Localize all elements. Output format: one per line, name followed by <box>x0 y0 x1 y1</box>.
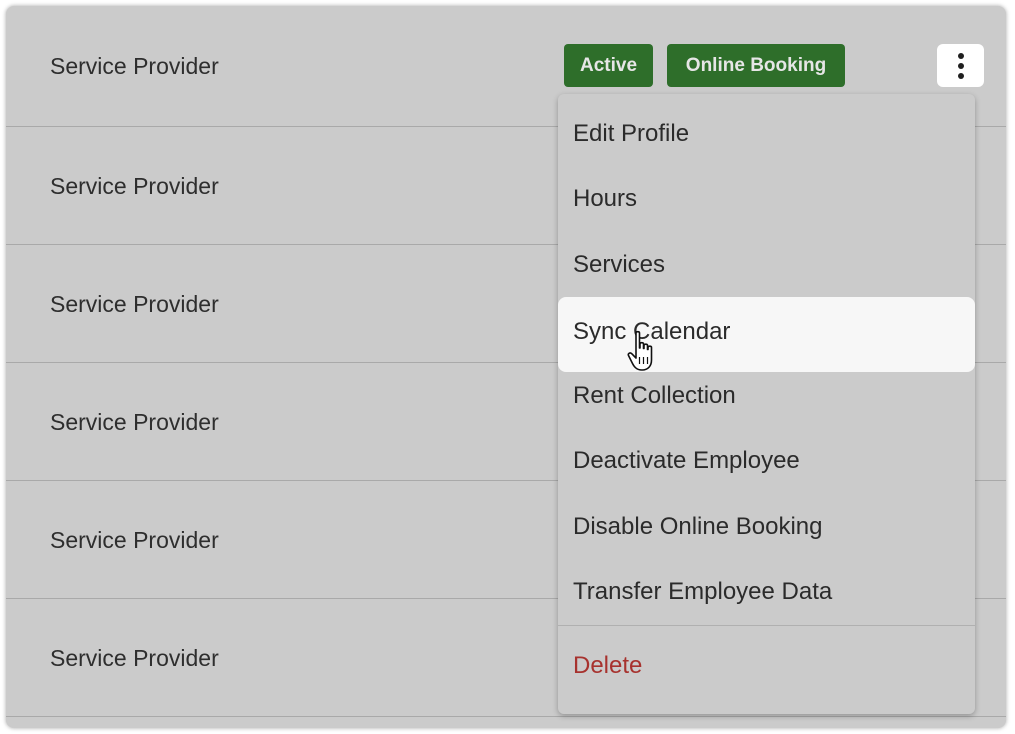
status-badge-active: Active <box>564 44 653 87</box>
menu-item-delete[interactable]: Delete <box>558 629 975 703</box>
status-badge-online-booking: Online Booking <box>667 44 845 87</box>
menu-item-edit-profile[interactable]: Edit Profile <box>558 97 975 171</box>
employee-role-label: Service Provider <box>50 409 219 435</box>
menu-item-transfer-employee-data[interactable]: Transfer Employee Data <box>558 555 975 629</box>
menu-item-disable-online-booking[interactable]: Disable Online Booking <box>558 490 975 564</box>
menu-item-hours[interactable]: Hours <box>558 162 975 236</box>
employee-role-label: Service Provider <box>50 53 219 79</box>
menu-item-rent-collection[interactable]: Rent Collection <box>558 359 975 433</box>
employee-role-label: Service Provider <box>50 527 219 553</box>
more-options-button[interactable] <box>937 44 984 87</box>
menu-item-services[interactable]: Services <box>558 228 975 302</box>
menu-item-deactivate-employee[interactable]: Deactivate Employee <box>558 424 975 498</box>
employee-role-label: Service Provider <box>50 291 219 317</box>
employee-role-label: Service Provider <box>50 173 219 199</box>
employee-role-label: Service Provider <box>50 645 219 671</box>
employee-actions-menu: Edit Profile Hours Services Sync Calenda… <box>558 94 975 714</box>
employee-list-panel: Service Provider Active Online Booking S… <box>6 6 1006 728</box>
menu-divider <box>558 625 975 626</box>
